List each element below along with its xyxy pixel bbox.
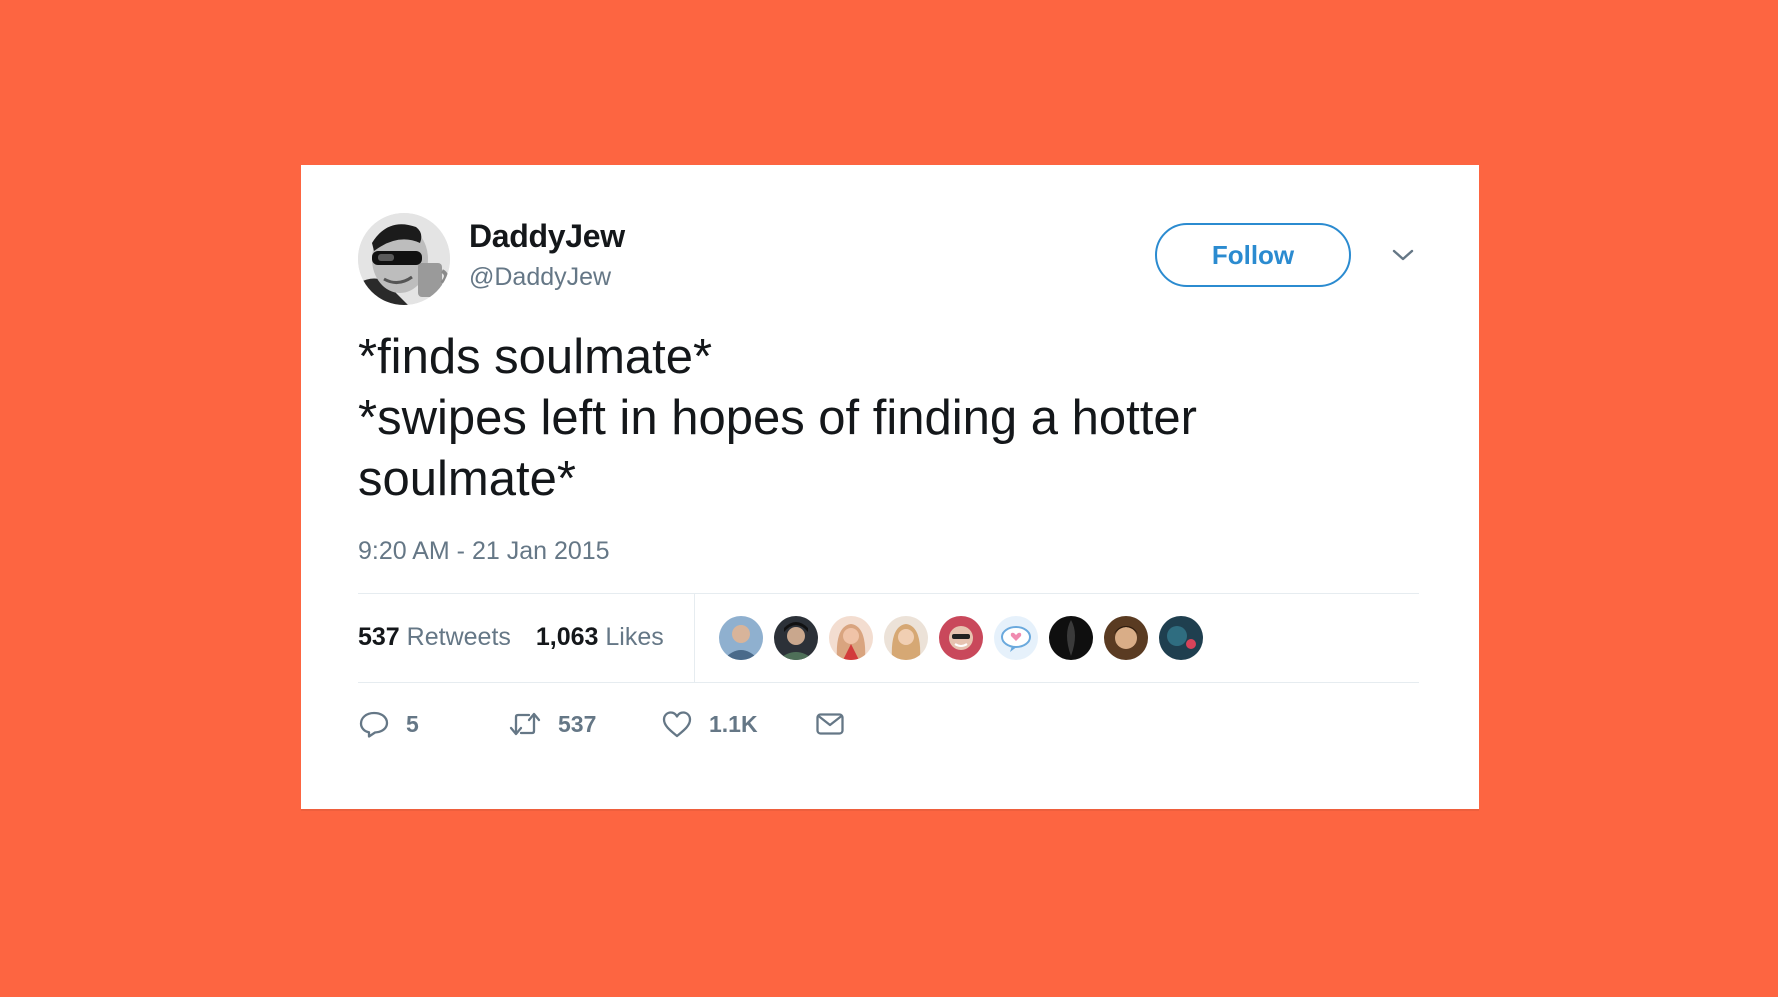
tweet-timestamp[interactable]: 9:20 AM - 21 Jan 2015 [358,537,610,566]
likes-count: 1,063 [535,623,599,651]
liker-avatar[interactable] [939,616,983,660]
retweet-button[interactable]: 537 [508,708,661,740]
author-handle[interactable]: @DaddyJew [469,263,611,292]
stats-divider-bottom [358,682,1419,683]
envelope-icon [816,713,844,735]
liker-avatar[interactable] [994,616,1038,660]
stats-divider-vertical [694,593,695,682]
direct-message-button[interactable] [814,708,846,740]
likes-label: Likes [605,623,664,651]
likes-stat[interactable]: 1,063 Likes [536,623,664,652]
retweet-icon [509,712,541,736]
liker-avatar[interactable] [774,616,818,660]
author-photo-icon [358,213,450,305]
reply-count: 5 [406,710,419,737]
liker-avatar[interactable] [1049,616,1093,660]
retweet-count: 537 [558,710,597,737]
liker-avatar[interactable] [1159,616,1203,660]
liker-avatar-7-icon [1049,616,1093,660]
liker-avatar-4-icon [884,616,928,660]
reply-icon [359,711,389,738]
heart-icon [662,711,692,738]
retweets-label: Retweets [406,623,511,651]
tweet-text: *finds soulmate* *swipes left in hopes o… [358,327,1378,510]
stats-divider-top [358,593,1419,594]
liker-avatar-2-icon [774,616,818,660]
tweet-text-line: soulmate* [358,452,576,506]
liker-avatar-1-icon [719,616,763,660]
like-count: 1.1K [709,710,758,737]
tweet-actions: 5 537 1.1K [358,708,846,740]
liker-avatar-6-icon [994,616,1038,660]
reply-button[interactable]: 5 [358,708,508,740]
liker-avatar[interactable] [884,616,928,660]
liker-avatar[interactable] [719,616,763,660]
tweet-stats: 537 Retweets 1,063 Likes [358,623,664,652]
author-avatar[interactable] [358,213,450,305]
retweets-stat[interactable]: 537 Retweets [358,623,511,652]
like-button[interactable]: 1.1K [661,708,814,740]
likers-avatars [719,616,1203,660]
liker-avatar-8-icon [1104,616,1148,660]
retweets-count: 537 [358,623,400,651]
tweet-card: DaddyJew @DaddyJew Follow *finds soulmat… [301,165,1479,809]
tweet-text-line: *finds soulmate* [358,330,713,384]
liker-avatar-3-icon [829,616,873,660]
chevron-down-icon [1392,249,1414,261]
liker-avatar-5-icon [939,616,983,660]
liker-avatar[interactable] [1104,616,1148,660]
follow-button[interactable]: Follow [1155,223,1351,287]
tweet-menu-button[interactable] [1387,239,1419,271]
liker-avatar-9-icon [1159,616,1203,660]
liker-avatar[interactable] [829,616,873,660]
tweet-text-line: *swipes left in hopes of finding a hotte… [358,391,1197,445]
author-display-name[interactable]: DaddyJew [469,218,625,255]
